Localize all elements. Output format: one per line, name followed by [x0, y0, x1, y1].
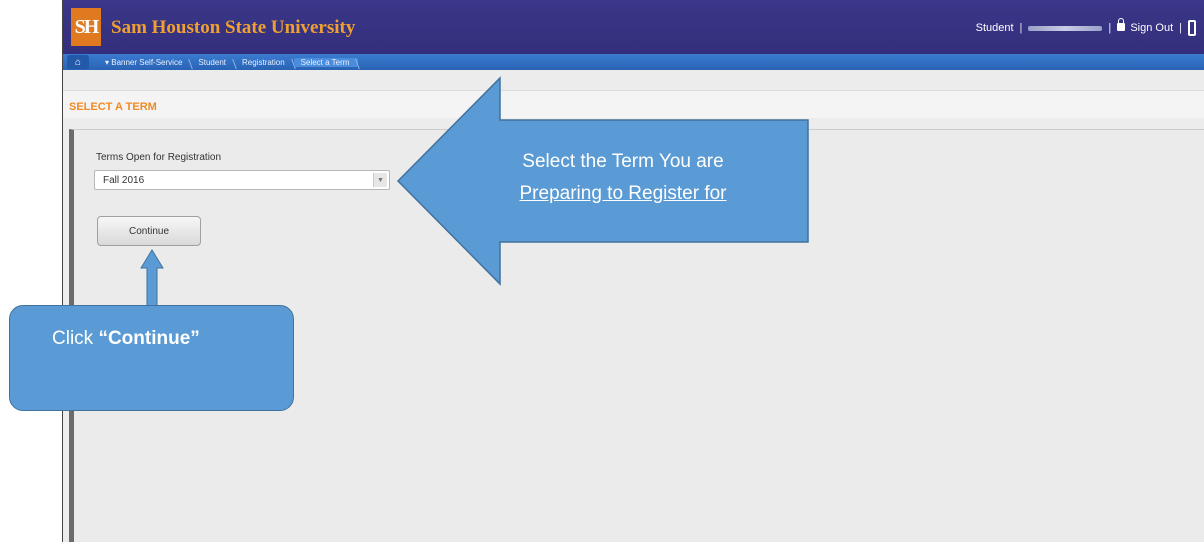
help-icon[interactable]	[1188, 20, 1196, 36]
chevron-down-icon[interactable]: ▼	[373, 173, 387, 187]
term-callout-line2: Preparing to Register for	[519, 183, 727, 204]
continue-callout-text: Click “Continue”	[52, 328, 200, 350]
breadcrumb-registration[interactable]: Registration	[235, 58, 294, 67]
click-bold: “Continue”	[98, 328, 200, 349]
user-area: Student | | Sign Out |	[975, 18, 1196, 36]
page-header: SELECT A TERM	[63, 90, 1204, 118]
breadcrumb-student[interactable]: Student	[191, 58, 235, 67]
sign-out-label: Sign Out	[1130, 22, 1174, 34]
home-icon: ⌂	[74, 56, 82, 68]
top-header: SH Sam Houston State University Student …	[63, 0, 1204, 54]
selected-term: Fall 2016	[103, 175, 145, 186]
banner-screenshot: SH Sam Houston State University Student …	[62, 0, 1204, 542]
user-role: Student	[975, 22, 1014, 34]
term-select[interactable]: Fall 2016 ▼	[94, 170, 390, 190]
click-prefix: Click	[52, 328, 99, 349]
home-button[interactable]: ⌂	[67, 55, 89, 69]
breadcrumb-bar: ⌂ ▾ Banner Self-Service Student Registra…	[63, 54, 1204, 70]
breadcrumb-select-a-term: Select a Term	[293, 57, 359, 67]
term-callout-line1: Select the Term You are	[522, 151, 724, 172]
lock-icon	[1117, 18, 1126, 31]
terms-label: Terms Open for Registration	[96, 152, 222, 163]
term-callout-text: Select the Term You are Preparing to Reg…	[470, 146, 776, 210]
redacted-username	[1028, 25, 1103, 31]
breadcrumb-label: Banner Self-Service	[111, 57, 183, 67]
breadcrumb-banner-self-service[interactable]: ▾ Banner Self-Service	[99, 58, 191, 67]
continue-button[interactable]: Continue	[97, 216, 201, 246]
breadcrumb: ▾ Banner Self-Service Student Registrati…	[99, 54, 359, 70]
separator: |	[1108, 22, 1112, 34]
sign-out-link[interactable]: Sign Out	[1117, 18, 1174, 34]
continue-callout: Click “Continue”	[9, 305, 294, 411]
separator: |	[1179, 22, 1182, 34]
page-title: SELECT A TERM	[69, 101, 157, 113]
university-logo: SH	[71, 8, 101, 46]
separator: |	[1019, 22, 1023, 34]
university-name[interactable]: Sam Houston State University	[111, 17, 355, 39]
